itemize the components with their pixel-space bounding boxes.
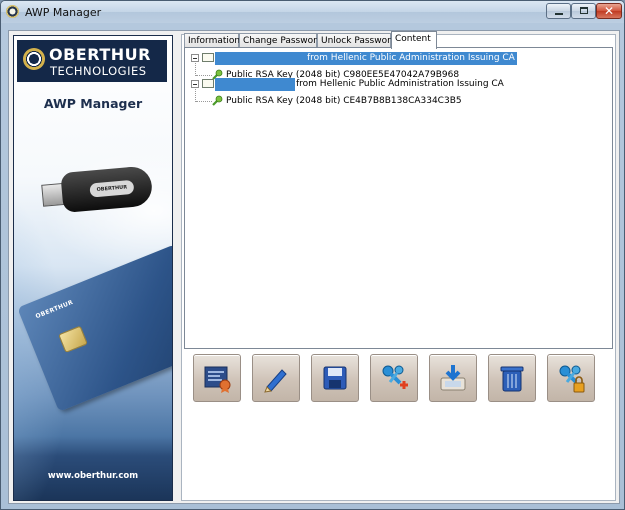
tree-node-certificate[interactable]: from Hellenic Public Administration Issu… [191,78,611,91]
edit-button[interactable] [252,354,300,402]
close-icon: ✕ [603,4,615,18]
generate-keys-button[interactable] [370,354,418,402]
action-toolbar [193,354,613,410]
card-chip-icon [58,325,88,354]
key-label: Public RSA Key (2048 bit) CE4B7B8B138CA3… [226,96,462,106]
window-title: AWP Manager [25,6,102,19]
oberthur-logo: OBERTHUR TECHNOLOGIES [17,40,167,82]
certificate-icon [202,53,214,62]
app-window: AWP Manager ✕ OBERTHUR TECHNOLOGIES AWP … [0,0,625,510]
save-button[interactable] [311,354,359,402]
close-button[interactable]: ✕ [596,3,622,19]
banner-app-name: AWP Manager [43,96,143,111]
logo-subtitle: TECHNOLOGIES [50,64,147,78]
tab-content[interactable]: Content [391,31,437,49]
card-logo: OBERTHUR [34,298,75,321]
certificate-label: from Hellenic Public Administration Issu… [296,79,504,89]
certificate-label: from Hellenic Public Administration Issu… [307,52,517,65]
maximize-icon [580,7,588,14]
client-area: OBERTHUR TECHNOLOGIES AWP Manager OBERTH… [8,30,620,504]
minimize-button[interactable] [546,3,571,19]
redacted-name [215,78,295,91]
tree-connector [196,75,212,77]
collapse-toggle-icon[interactable] [191,80,199,88]
smart-card-image: OBERTHUR [17,244,172,412]
tab-change-password[interactable]: Change Password [239,33,322,48]
import-tray-icon [440,365,466,391]
app-icon [6,5,19,18]
logo-word: OBERTHUR [49,45,151,64]
content-tab-panel: from Hellenic Public Administration Issu… [184,47,613,349]
floppy-disk-icon [323,366,347,390]
tab-information[interactable]: Information [184,33,240,48]
view-certificate-button[interactable] [193,354,241,402]
usb-token-image: OBERTHUR [40,161,154,220]
tree-node-key[interactable]: Public RSA Key (2048 bit) CE4B7B8B138CA3… [211,95,591,108]
minimize-icon [555,13,563,15]
redacted-name [215,52,307,65]
certificate-icon [202,79,214,88]
key-icon [212,95,223,106]
pencil-icon [264,369,287,393]
certificate-icon [204,366,231,393]
tree-node-certificate[interactable]: from Hellenic Public Administration Issu… [191,52,611,65]
banner-url: www.oberthur.com [47,471,139,481]
tab-unlock-password[interactable]: Unlock Password [317,33,396,48]
brand-banner: OBERTHUR TECHNOLOGIES AWP Manager OBERTH… [13,35,173,501]
tree-connector [196,101,212,103]
keys-lock-icon [559,365,585,393]
trash-icon [500,366,524,392]
lock-keys-button[interactable] [547,354,595,402]
keys-plus-icon [382,365,408,389]
delete-button[interactable] [488,354,536,402]
import-button[interactable] [429,354,477,402]
logo-ring-icon [23,48,45,70]
collapse-toggle-icon[interactable] [191,54,199,62]
maximize-button[interactable] [571,3,596,19]
title-bar[interactable]: AWP Manager ✕ [1,1,624,23]
